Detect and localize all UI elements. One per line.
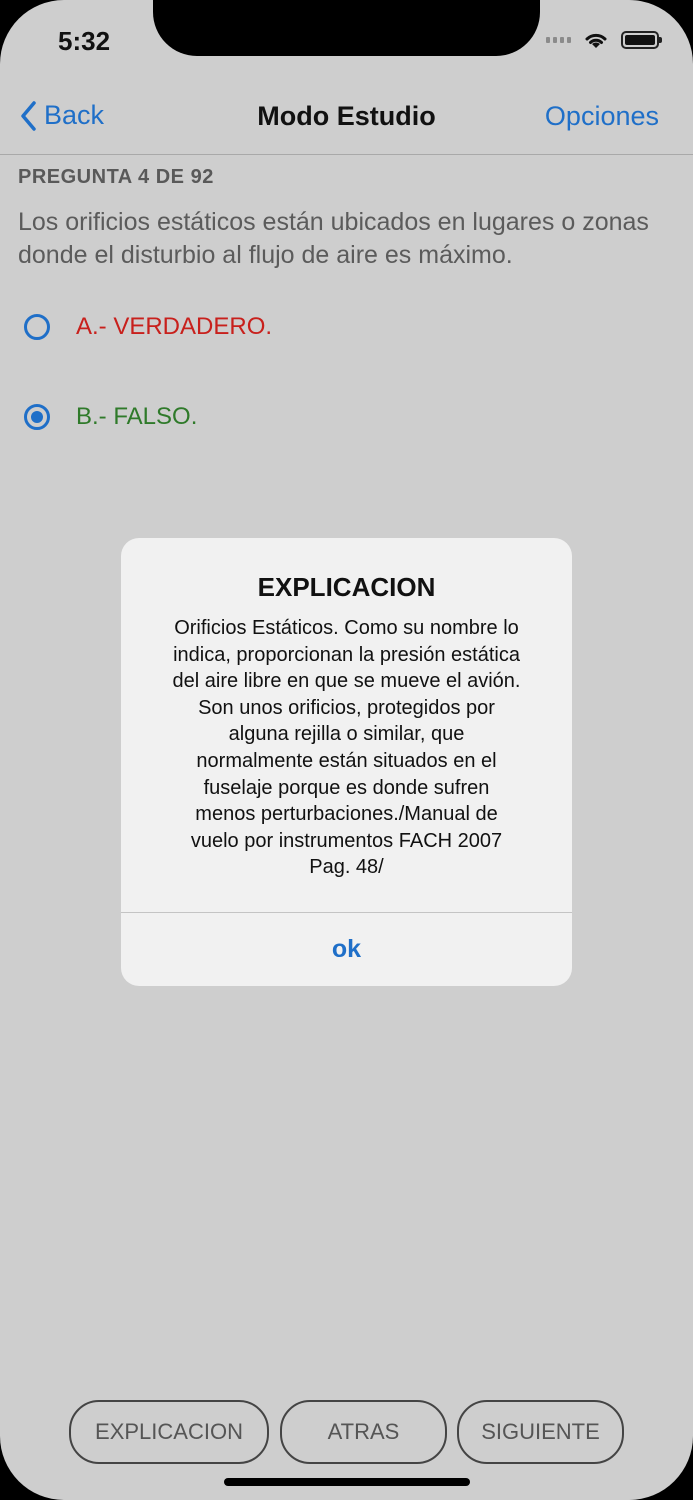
alert-message-line: Pag. 48/ (309, 856, 384, 879)
navigation-bar: Back Modo Estudio Opciones (0, 88, 693, 155)
alert-message-line: indica, proporcionan la presión estática (173, 643, 520, 666)
radio-selected-icon (24, 404, 50, 430)
alert-message-line: vuelo por instrumentos FACH 2007 (190, 829, 503, 852)
phone-screen: 5:32 Back Modo Estudio Opciones PREGUNTA… (0, 0, 693, 1500)
radio-icon (24, 314, 50, 340)
explicacion-button[interactable]: EXPLICACION (69, 1400, 269, 1464)
status-time: 5:32 (58, 26, 111, 56)
alert-message-line: del aire libre en que se mueve el avión. (172, 670, 521, 693)
alert-message-line: Son unos orificios, protegidos por (198, 696, 495, 719)
explanation-alert: EXPLICACION Orificios Estáticos. Como su… (121, 538, 572, 986)
answer-option-b[interactable]: B.- FALSO. (24, 403, 197, 431)
alert-message-line: alguna rejilla o similar, que (228, 723, 465, 746)
options-button[interactable]: Opciones (545, 101, 659, 132)
question-counter: PREGUNTA 4 DE 92 (18, 166, 214, 188)
siguiente-button[interactable]: SIGUIENTE (457, 1400, 624, 1464)
alert-message-line: menos perturbaciones./Manual de (195, 803, 498, 826)
alert-message-line: normalmente están situados en el (196, 749, 497, 772)
status-icons (546, 30, 662, 50)
ok-button[interactable]: ok (121, 913, 572, 986)
answer-option-label: A.- VERDADERO. (76, 313, 273, 340)
alert-message-line: fuselaje porque es donde sufren (203, 776, 490, 799)
alert-message-line: Orificios Estáticos. Como su nombre lo (174, 617, 519, 639)
answer-option-a[interactable]: A.- VERDADERO. (24, 313, 272, 341)
alert-message: Orificios Estáticos. Como su nombre lo i… (145, 615, 548, 881)
battery-icon (621, 31, 662, 49)
answer-option-label: B.- FALSO. (76, 403, 198, 430)
cellular-signal-icon (546, 37, 571, 43)
notch (153, 0, 540, 56)
home-indicator (224, 1478, 470, 1486)
alert-title: EXPLICACION (257, 572, 436, 602)
wifi-icon (585, 33, 607, 48)
question-text: Los orificios estáticos están ubicados e… (18, 208, 649, 269)
atras-button[interactable]: ATRAS (280, 1400, 447, 1464)
